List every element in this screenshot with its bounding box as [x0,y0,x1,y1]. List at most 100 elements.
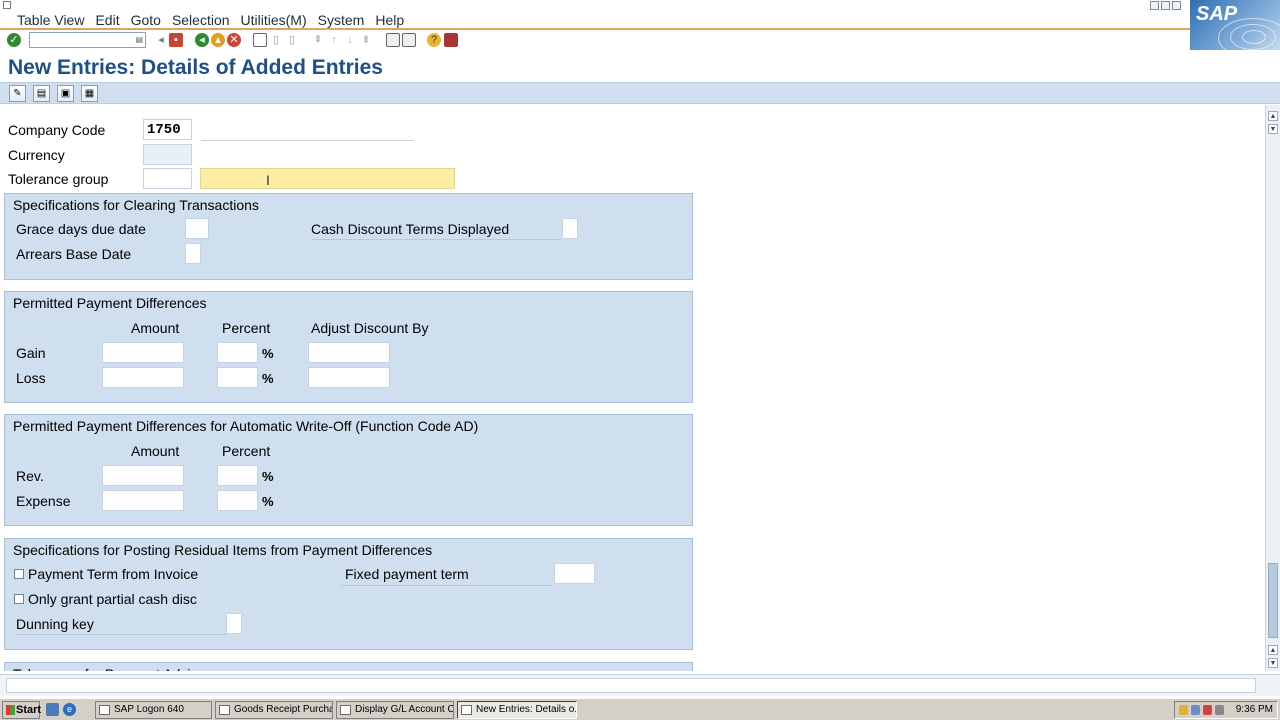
back-arrow-icon[interactable]: ◂ [154,33,168,47]
cancel-icon[interactable]: ✕ [227,33,241,47]
rev-label: Rev. [16,468,44,484]
change-display-icon[interactable]: ✎ [9,85,26,102]
group-payment-advices: Tolerances for Payment Advices [4,662,693,671]
status-bar [0,674,1280,696]
scroll-up-icon[interactable]: ▲ [1268,111,1278,121]
arrears-base-date-field[interactable] [185,243,201,264]
rev-percent-field[interactable] [217,465,258,486]
sap-logo: SAP [1190,0,1280,50]
gain-percent-field[interactable] [217,342,258,363]
layout-icon[interactable] [444,33,458,47]
next-page-icon[interactable]: ↓ [343,33,357,47]
system-menu-icon[interactable] [3,1,11,9]
desktop-icon[interactable] [46,703,59,716]
grace-days-field[interactable] [185,218,209,239]
exit-icon[interactable]: ▴ [211,33,225,47]
task-label: Display G/L Account Cen... [355,704,454,715]
vertical-scrollbar[interactable]: ▲ ▼ ▲ ▼ [1265,105,1280,671]
menu-edit[interactable]: Edit [95,12,119,28]
percent-column-header: Percent [222,443,271,459]
expense-percent-field[interactable] [217,490,258,511]
task-display-gl-account[interactable]: Display G/L Account Cen... [336,701,454,719]
gain-adjust-discount-field[interactable] [308,342,390,363]
percent-sign: % [262,494,274,509]
tolerance-group-description-field[interactable] [200,168,455,189]
delete-entry-icon[interactable]: ▦ [81,85,98,102]
clock: 9:36 PM [1235,704,1273,715]
enter-icon[interactable]: ✓ [7,33,21,47]
text-cursor-icon: I [266,172,270,188]
tolerance-group-field[interactable] [143,168,192,189]
loss-amount-field[interactable] [102,367,184,388]
minimize-icon[interactable] [1150,1,1159,10]
new-session-icon[interactable] [386,33,400,47]
menu-goto[interactable]: Goto [131,12,161,28]
loss-percent-field[interactable] [217,367,258,388]
page-title: New Entries: Details of Added Entries [8,56,383,79]
menu-selection[interactable]: Selection [172,12,230,28]
percent-sign: % [262,371,274,386]
command-history-icon[interactable]: ▤ [135,35,143,44]
expense-amount-field[interactable] [102,490,184,511]
find-next-icon[interactable]: ▯ [285,33,299,47]
task-sap-logon[interactable]: SAP Logon 640 [95,701,212,719]
rev-amount-field[interactable] [102,465,184,486]
menu-utilities[interactable]: Utilities(M) [241,12,307,28]
last-page-icon[interactable]: ⇟ [359,33,373,47]
help-icon[interactable]: ? [427,33,441,47]
save-variant-icon[interactable]: ▤ [33,85,50,102]
gain-amount-field[interactable] [102,342,184,363]
partial-cash-disc-label: Only grant partial cash disc [28,591,197,607]
group-title: Tolerances for Payment Advices [5,663,221,671]
windows-taskbar: Start e SAP Logon 640 Goods Receipt Purc… [0,698,1280,720]
group-payment-differences: Permitted Payment Differences Amount Per… [4,291,693,403]
tray-icon[interactable] [1191,705,1200,715]
task-goods-receipt[interactable]: Goods Receipt Purchase ... [215,701,333,719]
gain-label: Gain [16,345,46,361]
shortcut-icon[interactable] [402,33,416,47]
volume-icon[interactable] [1215,705,1224,715]
scroll-page-down-icon[interactable]: ▼ [1268,124,1278,134]
company-code-field[interactable]: 1750 [143,119,192,140]
tray-icon[interactable] [1179,705,1188,715]
command-field[interactable]: ▤ [29,32,146,48]
menu-bar: Table View Edit Goto Selection Utilities… [0,0,1280,30]
payment-term-checkbox[interactable] [14,569,24,579]
menu-help[interactable]: Help [375,12,404,28]
prev-page-icon[interactable]: ↑ [327,33,341,47]
save-icon[interactable]: ▪ [169,33,183,47]
scrollbar-thumb[interactable] [1268,563,1278,638]
back-green-icon[interactable]: ◂ [195,33,209,47]
sap-logon-icon [99,705,110,715]
menu-table-view[interactable]: Table View [17,12,84,28]
internet-explorer-icon[interactable]: e [63,703,76,716]
cash-discount-field[interactable] [562,218,578,239]
amount-column-header: Amount [131,320,180,336]
close-icon[interactable] [1172,1,1181,10]
system-tray: 9:36 PM [1174,701,1278,719]
partial-cash-disc-checkbox[interactable] [14,594,24,604]
scroll-page-up-icon[interactable]: ▲ [1268,645,1278,655]
dunning-key-line [16,634,226,635]
group-title: Permitted Payment Differences for Automa… [5,415,487,437]
currency-field[interactable] [143,144,192,165]
task-label: New Entries: Details o... [476,704,577,715]
copy-entry-icon[interactable]: ▣ [57,85,74,102]
group-automatic-write-off: Permitted Payment Differences for Automa… [4,414,693,526]
fixed-payment-term-field[interactable] [554,563,595,584]
dunning-key-field[interactable] [226,613,242,634]
tray-icon[interactable] [1203,705,1212,715]
task-new-entries[interactable]: New Entries: Details o... [457,701,577,719]
print-icon[interactable] [253,33,267,47]
find-icon[interactable]: ▯ [269,33,283,47]
loss-adjust-discount-field[interactable] [308,367,390,388]
group-clearing-transactions: Specifications for Clearing Transactions… [4,193,693,280]
cash-discount-line [311,239,561,240]
maximize-icon[interactable] [1161,1,1170,10]
percent-sign: % [262,346,274,361]
start-button[interactable]: Start [2,701,41,719]
menu-system[interactable]: System [318,12,365,28]
scroll-down-icon[interactable]: ▼ [1268,658,1278,668]
percent-column-header: Percent [222,320,271,336]
first-page-icon[interactable]: ⇞ [311,33,325,47]
